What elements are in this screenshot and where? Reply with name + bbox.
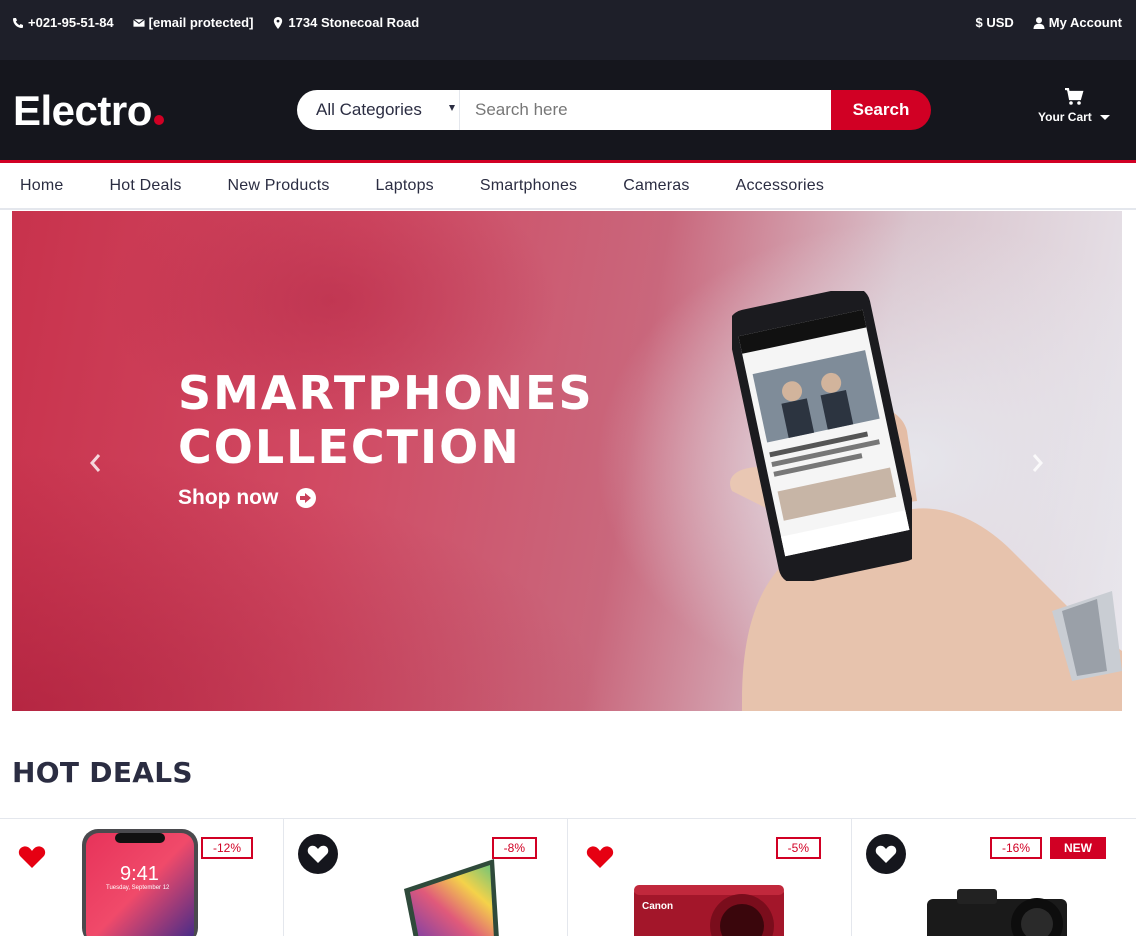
address-link[interactable]: 1734 Stonecoal Road [272, 15, 419, 30]
shopping-cart-icon [1064, 88, 1084, 105]
product-grid: -12% 9:41 Tuesday, September 12 -8% -5% [0, 818, 1136, 936]
currency-text: $ USD [975, 15, 1014, 30]
arrow-circle-right-icon [296, 488, 317, 508]
product-card[interactable]: -5% Canon [568, 819, 852, 936]
category-select[interactable]: All Categories [297, 90, 460, 130]
address-text: 1734 Stonecoal Road [288, 15, 420, 30]
badges: -16% NEW [989, 837, 1106, 859]
section-title: HOT DEALS [12, 756, 193, 789]
contact-info: +021-95-51-84 [email protected] 1734 Sto… [12, 15, 419, 30]
caret-down-icon [449, 105, 455, 111]
map-marker-icon [274, 16, 283, 29]
search-input[interactable] [460, 90, 831, 130]
badges: -8% [491, 837, 537, 859]
heart-icon [307, 845, 329, 863]
badges: -5% [775, 837, 821, 859]
discount-badge: -12% [200, 837, 253, 859]
dslr-camera-image [927, 889, 1067, 936]
caret-down-icon [1099, 114, 1110, 120]
heart-icon[interactable] [18, 845, 46, 869]
smartphone-image [732, 291, 912, 581]
my-account-link[interactable]: My Account [1033, 15, 1122, 30]
category-selected: All Categories [316, 100, 422, 119]
nav-item-hot-deals[interactable]: Hot Deals [109, 177, 181, 195]
header: Electro All Categories Search Your Cart [0, 60, 1136, 160]
chevron-left-icon[interactable] [87, 451, 103, 475]
account-links: $ USD My Account [976, 15, 1123, 30]
camera-brand: Canon [642, 901, 674, 912]
badges: -12% [200, 837, 253, 859]
nav-item-laptops[interactable]: Laptops [376, 177, 434, 195]
nav-item-smartphones[interactable]: Smartphones [480, 177, 577, 195]
search-button[interactable]: Search [831, 90, 931, 130]
my-account-text: My Account [1048, 15, 1122, 30]
search-form: All Categories Search [297, 90, 931, 130]
phone-text: +021-95-51-84 [28, 15, 114, 30]
nav-item-new-products[interactable]: New Products [228, 177, 330, 195]
hero-title: SMARTPHONES COLLECTION [178, 366, 594, 474]
email-link[interactable]: [email protected] [132, 15, 254, 30]
user-icon [1033, 16, 1045, 29]
nav-item-cameras[interactable]: Cameras [623, 177, 689, 195]
envelope-icon [132, 18, 145, 27]
screen-date: Tuesday, September 12 [106, 885, 170, 891]
logo-text: Electro [13, 87, 152, 134]
phone-link[interactable]: +021-95-51-84 [12, 15, 114, 30]
product-card[interactable]: -16% NEW [852, 819, 1136, 936]
heart-icon[interactable] [586, 845, 614, 869]
discount-badge: -8% [491, 837, 537, 859]
logo[interactable]: Electro [13, 87, 164, 135]
top-bar: +021-95-51-84 [email protected] 1734 Sto… [0, 0, 1136, 60]
product-card[interactable]: -8% [284, 819, 568, 936]
hero-title-line2: COLLECTION [178, 420, 521, 474]
nav-item-accessories[interactable]: Accessories [736, 177, 824, 195]
wishlist-button[interactable] [298, 834, 338, 874]
discount-badge: -16% [989, 837, 1042, 859]
screen-time: 9:41 [120, 863, 159, 885]
shop-now-label: Shop now [178, 486, 279, 509]
cart-dropdown[interactable]: Your Cart [1038, 88, 1110, 124]
discount-badge: -5% [775, 837, 821, 859]
hero-slider: SMARTPHONES COLLECTION Shop now [12, 211, 1122, 711]
nav-item-home[interactable]: Home [20, 177, 63, 195]
chevron-right-icon[interactable] [1030, 451, 1046, 475]
hero-title-line1: SMARTPHONES [178, 366, 594, 420]
logo-dot [153, 115, 164, 125]
phone-icon [13, 17, 23, 28]
new-badge: NEW [1050, 837, 1106, 859]
email-text: [email protected] [148, 15, 254, 30]
wishlist-button[interactable] [866, 834, 906, 874]
shop-now-link[interactable]: Shop now [178, 486, 317, 510]
laptop-image [404, 859, 499, 936]
heart-icon [875, 845, 897, 863]
cart-label: Your Cart [1038, 110, 1092, 124]
currency-link[interactable]: $ USD [976, 15, 1014, 30]
product-card[interactable]: -12% 9:41 Tuesday, September 12 [0, 819, 284, 936]
main-nav: Home Hot Deals New Products Laptops Smar… [0, 163, 1136, 210]
